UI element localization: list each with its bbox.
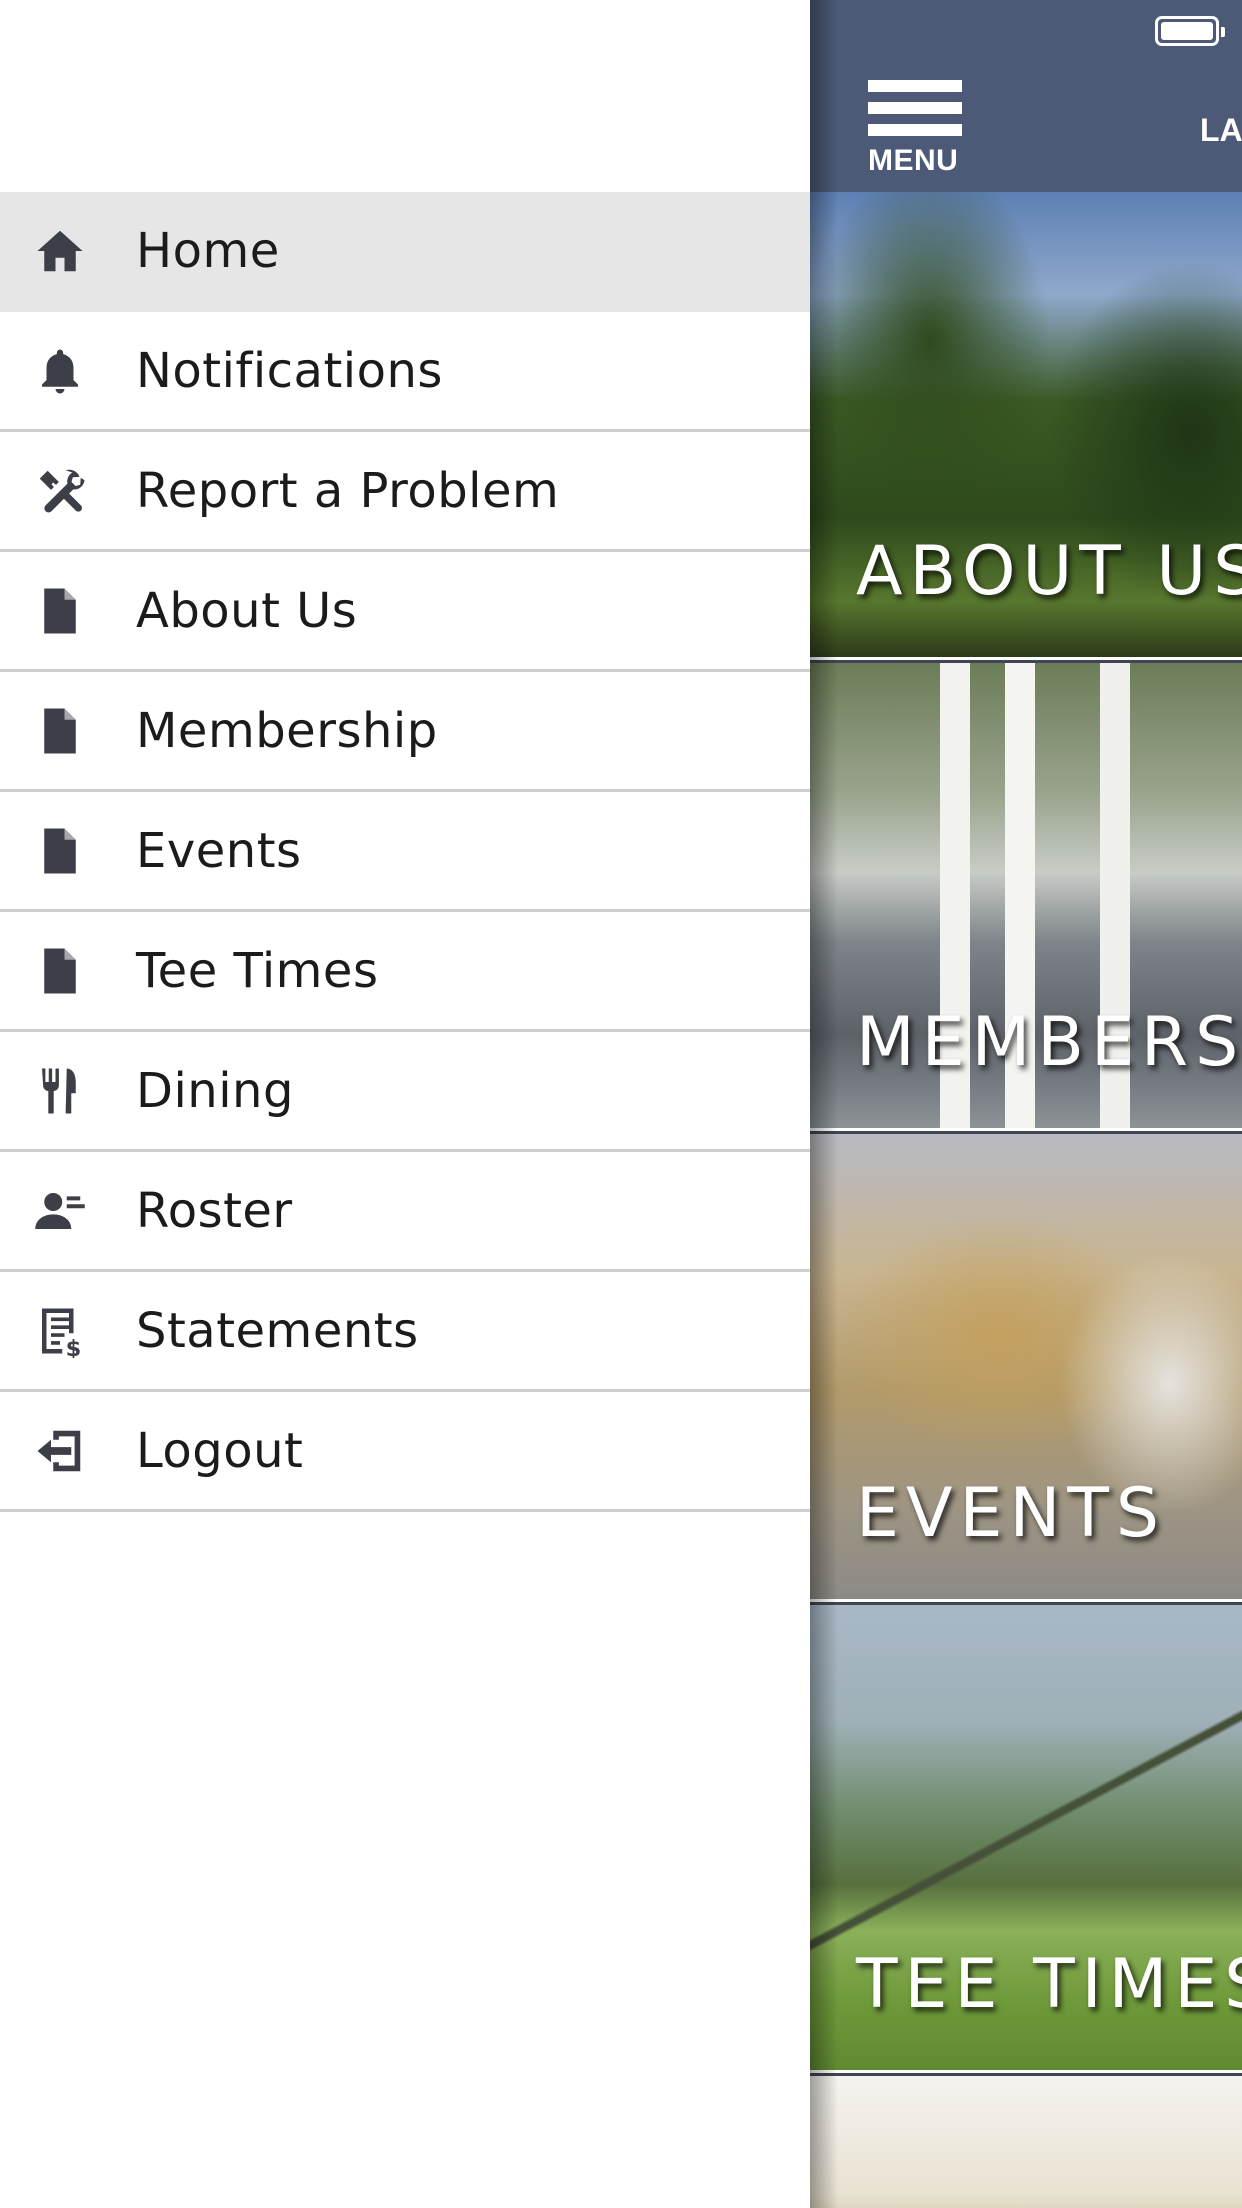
- document-icon: [30, 821, 90, 881]
- svg-text:$: $: [66, 1335, 82, 1357]
- menu-item-events[interactable]: Events: [0, 792, 810, 912]
- menu-item-label: Report a Problem: [136, 462, 560, 519]
- document-icon: [30, 701, 90, 761]
- menu-item-label: Statements: [136, 1302, 419, 1359]
- navigation-drawer: Home Notifications Report a Problem Abou…: [0, 0, 810, 2208]
- menu-item-label: Notifications: [136, 342, 443, 399]
- tile-label: TEE TIMES: [856, 1945, 1242, 2024]
- bell-icon: [30, 341, 90, 401]
- tile-label: EVENTS: [856, 1474, 1167, 1553]
- tile-membership[interactable]: MEMBERSHIP: [810, 663, 1242, 1131]
- menu-item-home[interactable]: Home: [0, 192, 810, 312]
- document-icon: [30, 941, 90, 1001]
- roster-icon: [30, 1181, 90, 1241]
- drawer-menu-list: Home Notifications Report a Problem Abou…: [0, 192, 810, 1512]
- menu-item-logout[interactable]: Logout: [0, 1392, 810, 1512]
- menu-item-dining[interactable]: Dining: [0, 1032, 810, 1152]
- tile-dining[interactable]: [810, 2076, 1242, 2208]
- main-content: MENU LA ABOUT US MEMBERSHIP EVENTS TEE T…: [810, 0, 1242, 2208]
- statement-icon: $: [30, 1301, 90, 1361]
- menu-item-label: About Us: [136, 582, 358, 639]
- menu-item-tee-times[interactable]: Tee Times: [0, 912, 810, 1032]
- tile-about-us[interactable]: ABOUT US: [810, 192, 1242, 660]
- menu-item-roster[interactable]: Roster: [0, 1152, 810, 1272]
- home-icon: [30, 221, 90, 281]
- menu-item-label: Home: [136, 222, 280, 279]
- menu-item-label: Membership: [136, 702, 438, 759]
- top-bar: MENU LA: [810, 0, 1242, 192]
- document-icon: [30, 581, 90, 641]
- tile-label: ABOUT US: [856, 532, 1242, 611]
- tile-tee-times[interactable]: TEE TIMES: [810, 1605, 1242, 2073]
- tile-events[interactable]: EVENTS: [810, 1134, 1242, 1602]
- app-title: LA: [1200, 112, 1242, 148]
- menu-button-label: MENU: [868, 144, 959, 177]
- menu-item-report-a-problem[interactable]: Report a Problem: [0, 432, 810, 552]
- menu-item-notifications[interactable]: Notifications: [0, 312, 810, 432]
- menu-item-label: Logout: [136, 1422, 304, 1479]
- menu-item-membership[interactable]: Membership: [0, 672, 810, 792]
- menu-item-about-us[interactable]: About Us: [0, 552, 810, 672]
- menu-item-statements[interactable]: $ Statements: [0, 1272, 810, 1392]
- menu-item-label: Events: [136, 822, 302, 879]
- menu-button[interactable]: MENU: [868, 80, 962, 177]
- hamburger-icon: [868, 80, 962, 92]
- tile-label: MEMBERSHIP: [856, 1003, 1242, 1082]
- menu-item-label: Dining: [136, 1062, 294, 1119]
- battery-icon: [1155, 16, 1225, 46]
- tools-icon: [30, 461, 90, 521]
- logout-icon: [30, 1421, 90, 1481]
- menu-item-label: Tee Times: [136, 942, 379, 999]
- utensils-icon: [30, 1061, 90, 1121]
- menu-item-label: Roster: [136, 1182, 293, 1239]
